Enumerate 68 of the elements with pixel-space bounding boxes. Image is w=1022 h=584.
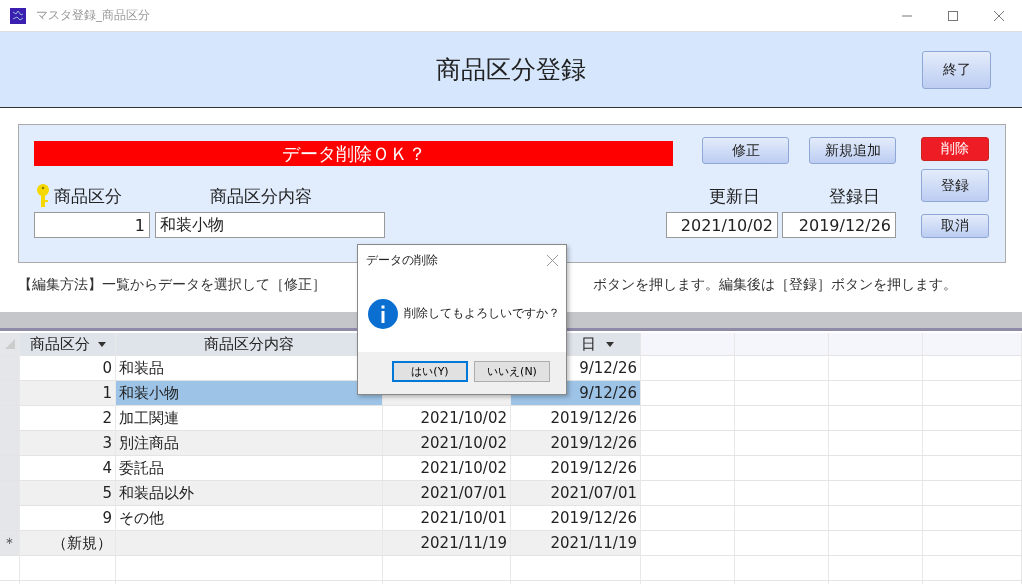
record-selector[interactable] [0,431,20,456]
action-button[interactable]: 取消 [921,213,989,238]
dropdown-icon[interactable] [97,341,106,347]
table-cell: 2021/10/02 [383,431,511,456]
table-cell: 2021/10/02 [383,456,511,481]
action-button[interactable]: 修正 [702,137,789,164]
input-field[interactable]: 2021/10/02 [666,212,778,238]
table-cell: 2021/10/02 [383,406,511,431]
action-button[interactable]: 新規追加 [809,137,896,164]
record-selector[interactable] [0,356,20,381]
table-cell: 和装品以外 [116,481,383,506]
instruction-text: 【編集方法】一覧からデータを選択して［修正］ [18,276,326,294]
table-cell: 2 [20,406,116,431]
table-cell: 2019/12/26 [511,506,641,531]
select-all-icon[interactable] [4,339,15,349]
action-button[interactable]: 削除 [921,137,989,162]
table-cell: 2021/07/01 [511,481,641,506]
record-selector[interactable] [0,481,20,506]
dialog-title: データの削除 [366,251,438,269]
table-cell: その他 [116,506,383,531]
column-header[interactable] [829,333,923,356]
window-title: マスタ登録_商品区分 [36,7,150,24]
column-header[interactable] [735,333,829,356]
dialog-button[interactable]: いいえ(N) [474,361,550,382]
dropdown-icon[interactable] [606,341,614,347]
input-field[interactable]: 和装小物 [155,212,385,238]
input-field[interactable]: 1 [34,212,150,238]
table-cell: 4 [20,456,116,481]
form-title: 商品区分登録 [436,54,586,86]
table-cell: 別注商品 [116,431,383,456]
table-cell: 2021/11/19 [511,531,641,556]
table-cell: 和装小物 [116,381,383,406]
table-cell: （新規） [20,531,116,556]
action-button[interactable]: 登録 [921,169,989,202]
dialog-message: 削除してもよろしいですか？ [404,306,560,321]
table-cell: 2019/12/26 [511,406,641,431]
record-selector[interactable] [0,506,20,531]
column-header[interactable] [923,333,1022,356]
table-cell: 1 [20,381,116,406]
instruction-text: ボタンを押します。編集後は［登録］ボタンを押します。 [593,276,957,294]
field-label: 更新日 [708,185,760,208]
table-cell: 加工関連 [116,406,383,431]
dialog-button[interactable]: はい(Y) [392,361,468,382]
info-icon [368,298,398,329]
table-cell: 2021/10/01 [383,506,511,531]
table-cell: 5 [20,481,116,506]
table-cell: 委託品 [116,456,383,481]
field-label: 登録日 [828,185,880,208]
table-cell: 2019/12/26 [511,456,641,481]
field-label: 商品区分内容 [210,185,312,208]
field-label: 商品区分 [54,185,122,208]
record-selector[interactable] [0,381,20,406]
record-selector[interactable] [0,556,20,581]
exit-button[interactable]: 終了 [922,51,991,89]
column-header[interactable] [641,333,735,356]
column-header[interactable]: 商品区分 [20,333,116,356]
app-icon [10,7,26,24]
table-cell: 3 [20,431,116,456]
table-cell: 2021/07/01 [383,481,511,506]
table-cell: 9 [20,506,116,531]
table-cell: 0 [20,356,116,381]
table-cell: 2019/12/26 [511,431,641,456]
table-cell: 2021/11/19 [383,531,511,556]
input-field[interactable]: 2019/12/26 [782,212,896,238]
warning-banner: データ削除ＯＫ？ [34,141,673,166]
close-icon[interactable] [547,254,558,266]
record-selector[interactable] [0,406,20,431]
record-selector[interactable] [0,456,20,481]
